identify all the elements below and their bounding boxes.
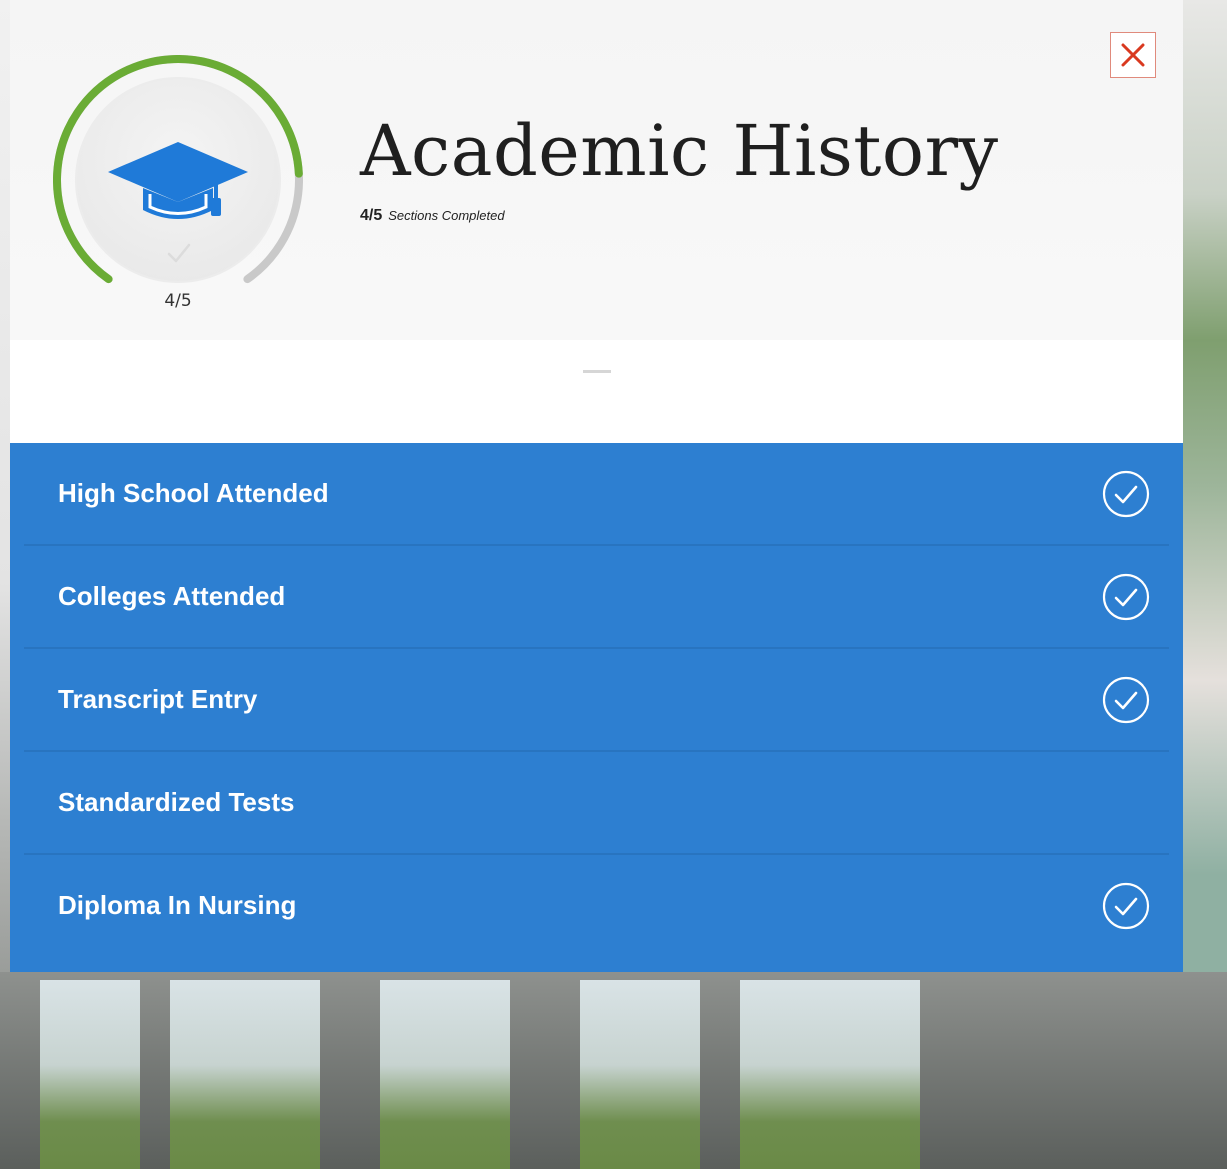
- background-pane: [380, 980, 510, 1169]
- progress-count: 4/5: [360, 207, 383, 224]
- close-icon: [1121, 43, 1145, 67]
- section-label: Colleges Attended: [58, 581, 286, 611]
- section-item-colleges-attended[interactable]: Colleges Attended: [24, 546, 1169, 649]
- ring-progress-count: 4/5: [164, 291, 192, 311]
- section-item-transcript-entry[interactable]: Transcript Entry: [24, 649, 1169, 752]
- section-label: Transcript Entry: [58, 684, 258, 714]
- academic-history-modal: 4/5 Academic History 4/5 Sections Complet…: [10, 0, 1183, 972]
- completed-check-icon: [1102, 676, 1150, 723]
- section-label: High School Attended: [58, 478, 329, 508]
- background-left-strip: [0, 0, 10, 972]
- page-title: Academic History: [360, 110, 999, 192]
- progress-ring-graphic: [53, 55, 303, 284]
- section-divider: [583, 370, 611, 373]
- progress-ring: 4/5: [53, 55, 303, 311]
- background-pane: [580, 980, 700, 1169]
- completed-check-icon: [1102, 470, 1150, 517]
- section-label: Standardized Tests: [58, 787, 295, 817]
- close-button[interactable]: [1110, 32, 1156, 78]
- modal-header: 4/5 Academic History 4/5 Sections Complet…: [10, 0, 1183, 340]
- section-label: Diploma In Nursing: [58, 890, 297, 920]
- section-item-standardized-tests[interactable]: Standardized Tests: [24, 752, 1169, 855]
- section-item-high-school-attended[interactable]: High School Attended: [24, 443, 1169, 546]
- completed-check-icon: [1102, 573, 1150, 620]
- section-item-diploma-in-nursing[interactable]: Diploma In Nursing: [24, 855, 1169, 956]
- background-pane: [40, 980, 140, 1169]
- background-pane: [740, 980, 920, 1169]
- background-right-strip: [1183, 0, 1227, 972]
- background-pane: [170, 980, 320, 1169]
- progress-label: Sections Completed: [388, 208, 505, 223]
- progress-summary: 4/5 Sections Completed: [360, 207, 505, 225]
- completed-check-icon: [1102, 882, 1150, 929]
- section-list: High School Attended Colleges Attended T…: [10, 443, 1183, 972]
